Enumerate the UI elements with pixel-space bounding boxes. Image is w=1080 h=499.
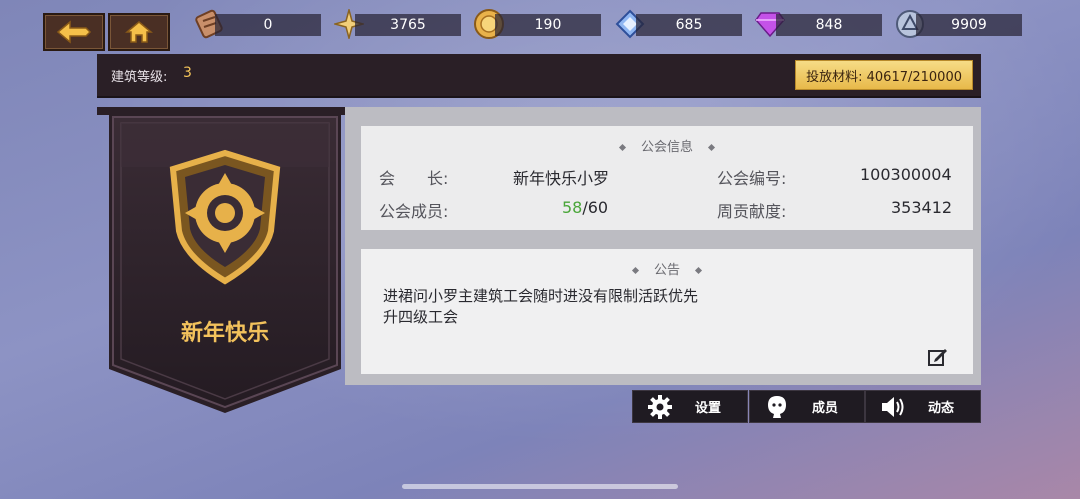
home-indicator[interactable]: [402, 484, 678, 489]
home-icon: [125, 21, 153, 43]
members-icon: [764, 394, 790, 420]
news-button[interactable]: 动态: [865, 390, 981, 423]
weekly-contribution-label: 周贡献度:: [717, 202, 787, 221]
materials-badge[interactable]: 投放材料: 40617/210000: [795, 60, 973, 90]
settings-label: 设置: [695, 401, 722, 416]
notice-text: 进裙问小罗主建筑工会随时进没有限制活跃优先升四级工会: [383, 287, 699, 326]
members-button[interactable]: 成员: [749, 390, 865, 423]
members-label: 公会成员:: [379, 202, 449, 221]
speaker-icon: [880, 394, 906, 420]
guild-emblem-icon: [155, 147, 295, 287]
guild-info-card: 公会信息 会 长: 新年快乐小罗 公会编号: 100300004 公会成员: 5…: [361, 126, 973, 230]
leader-value: 新年快乐小罗: [513, 169, 610, 188]
weekly-contribution-value: 353412: [891, 198, 953, 217]
notice-title: 公告: [361, 259, 973, 278]
building-level-label: 建筑等级:: [111, 70, 168, 85]
building-level-bar: 建筑等级: 3 投放材料: 40617/210000: [97, 54, 981, 98]
guild-info-title: 公会信息: [361, 136, 973, 155]
home-button[interactable]: [108, 13, 170, 51]
guild-id-value: 100300004: [860, 165, 952, 184]
guild-id-label: 公会编号:: [717, 169, 787, 188]
edit-icon: [928, 349, 947, 366]
back-arrow-icon: [56, 20, 92, 44]
resource-purple-diamond: 848: [776, 14, 882, 36]
members-count: 58/60: [562, 198, 609, 217]
notice-card: 公告 进裙问小罗主建筑工会随时进没有限制活跃优先升四级工会: [361, 249, 973, 374]
resource-star-shard: 3765: [355, 14, 461, 36]
members-label: 成员: [812, 401, 839, 416]
back-button[interactable]: [43, 13, 105, 51]
resource-silver-orb: 9909: [916, 14, 1022, 36]
resource-scroll: 0: [215, 14, 321, 36]
resource-gold-coin: 190: [495, 14, 601, 36]
guild-banner: 新年快乐: [97, 107, 353, 417]
leader-label: 会 长:: [379, 169, 449, 188]
guild-name: 新年快乐: [180, 321, 269, 346]
news-label: 动态: [928, 401, 955, 416]
settings-button[interactable]: 设置: [632, 390, 748, 423]
building-level-value: 3: [183, 65, 192, 81]
resource-blue-crystal: 685: [636, 14, 742, 36]
gear-icon: [647, 394, 673, 420]
edit-notice-button[interactable]: [927, 345, 949, 367]
